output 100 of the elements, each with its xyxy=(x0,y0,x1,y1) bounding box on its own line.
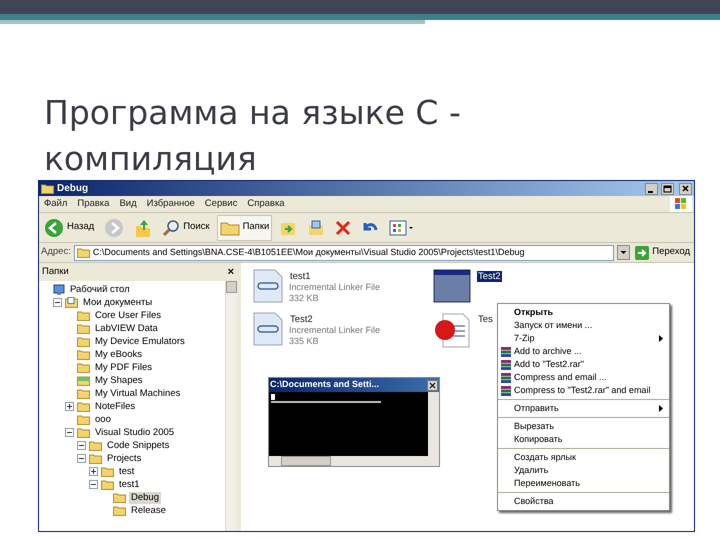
pane-title: Папки xyxy=(42,264,69,279)
tree-item[interactable]: My PDF Files xyxy=(93,362,154,374)
folder-icon xyxy=(77,349,90,360)
tree-item[interactable]: NoteFiles xyxy=(93,400,138,412)
back-button[interactable]: Назад xyxy=(41,214,98,240)
context-menu-item[interactable]: Создать ярлык xyxy=(498,451,669,464)
menu-item[interactable]: Файл xyxy=(39,196,72,212)
menu-item[interactable]: Справка xyxy=(242,196,290,212)
address-label: Адрес: xyxy=(41,245,71,260)
menu-item[interactable]: Избранное xyxy=(142,196,200,212)
search-icon xyxy=(162,218,180,236)
collapse-toggle[interactable] xyxy=(77,454,86,463)
pane-close-button[interactable]: × xyxy=(228,264,234,280)
minimize-button[interactable] xyxy=(645,182,658,194)
tree-item[interactable]: Visual Studio 2005 xyxy=(93,426,176,438)
file-type: Incremental Linker File xyxy=(289,282,380,293)
collapse-toggle[interactable] xyxy=(65,428,74,437)
tree-item[interactable]: Code Snippets xyxy=(105,440,172,452)
address-field[interactable]: C:\Documents and Settings\BNA.CSE-4\B1051EE\Мои документы\Visual Studio 2005\Projects\test1\Debug xyxy=(74,244,614,260)
context-menu-item[interactable]: Отправить xyxy=(498,402,669,415)
go-button[interactable]: Переход xyxy=(633,245,692,260)
close-button[interactable] xyxy=(679,182,692,194)
console-title: C:\Documents and Setti... xyxy=(270,378,380,392)
delete-x-icon xyxy=(335,220,352,236)
folder-up-icon xyxy=(134,218,152,238)
context-menu-item[interactable]: Удалить xyxy=(498,464,669,477)
file-name[interactable]: test1 xyxy=(289,271,312,282)
folder-icon xyxy=(113,505,126,516)
tree-item[interactable]: Release xyxy=(129,504,168,516)
context-menu-item[interactable]: Вырезать xyxy=(498,420,669,433)
desktop-icon xyxy=(53,284,65,296)
tree-item[interactable]: My Device Emulators xyxy=(93,336,187,348)
tree-item[interactable]: My Virtual Machines xyxy=(93,388,182,400)
dropdown-button[interactable] xyxy=(617,245,630,260)
context-menu-item[interactable]: Compress and email ... xyxy=(498,371,669,384)
menu-item[interactable]: Правка xyxy=(72,196,114,212)
folder-icon xyxy=(113,492,126,503)
scrollbar[interactable] xyxy=(428,392,439,456)
archive-books-icon xyxy=(501,360,511,370)
context-menu-item[interactable]: Копировать xyxy=(498,433,669,446)
tree-item[interactable]: Core User Files xyxy=(93,310,163,322)
tree-item[interactable]: My eBooks xyxy=(93,348,144,360)
scrollbar[interactable] xyxy=(269,456,439,466)
context-menu-item[interactable]: Открыть xyxy=(498,306,669,319)
context-menu-item[interactable]: 7-Zip xyxy=(498,332,669,345)
context-menu-item[interactable]: Add to archive ... xyxy=(498,345,669,358)
window-title: Debug xyxy=(57,182,88,196)
tree-item[interactable]: test xyxy=(117,466,136,478)
go-arrow-icon xyxy=(635,246,650,260)
folder-icon xyxy=(77,414,90,425)
folder-icon xyxy=(77,401,90,412)
windows-flag-icon xyxy=(670,196,692,212)
copy-to-folder-icon xyxy=(307,218,326,236)
folder-icon xyxy=(77,336,90,347)
tree-item[interactable]: test1 xyxy=(117,478,142,490)
archive-books-icon xyxy=(501,372,511,382)
folders-icon xyxy=(220,220,240,236)
debug-file-icon xyxy=(433,312,471,348)
expand-toggle[interactable] xyxy=(89,467,98,476)
context-menu-item[interactable]: Add to "Test2.rar" xyxy=(498,358,669,371)
folder-icon xyxy=(77,323,90,334)
collapse-toggle[interactable] xyxy=(89,480,98,489)
folder-icon xyxy=(77,427,90,438)
submenu-arrow-icon xyxy=(659,405,663,412)
folder-icon xyxy=(77,362,90,373)
folder-icon xyxy=(77,388,90,399)
context-menu-item[interactable]: Compress to "Test2.rar" and email xyxy=(498,384,669,397)
console-close-button[interactable] xyxy=(427,380,438,390)
folder-icon xyxy=(89,453,102,464)
linker-file-icon xyxy=(253,312,283,346)
tree-item[interactable]: Рабочий стол xyxy=(68,284,132,296)
tree-item[interactable]: Projects xyxy=(105,452,144,464)
documents-folder-icon xyxy=(65,297,78,308)
folders-button[interactable]: Папки xyxy=(216,214,272,240)
file-type: Incremental Linker File xyxy=(289,325,380,336)
folder-icon xyxy=(89,440,102,451)
menu-item[interactable]: Сервис xyxy=(200,196,242,212)
search-button[interactable]: Поиск xyxy=(159,214,213,240)
context-menu-item[interactable]: Свойства xyxy=(498,495,669,508)
folder-icon xyxy=(76,247,90,258)
folder-icon xyxy=(77,310,90,321)
collapse-toggle[interactable] xyxy=(53,298,62,307)
tree-item[interactable]: ooo xyxy=(93,414,113,426)
tree-item[interactable]: My Shapes xyxy=(93,374,145,386)
folder-icon xyxy=(101,466,114,477)
context-menu-item[interactable]: Запуск от имени ... xyxy=(498,319,669,332)
tree-item[interactable]: Debug xyxy=(129,492,161,504)
collapse-toggle[interactable] xyxy=(77,441,86,450)
scrollbar[interactable] xyxy=(225,281,237,531)
tree-item[interactable]: LabVIEW Data xyxy=(93,322,160,334)
folder-icon xyxy=(41,183,54,194)
expand-toggle[interactable] xyxy=(65,402,74,411)
menu-item[interactable]: Вид xyxy=(114,196,142,212)
slide-title: Программа на языке С - компиляция xyxy=(43,92,462,180)
file-name[interactable]: Test2 xyxy=(289,314,314,325)
context-menu-item[interactable]: Переименовать xyxy=(498,477,669,490)
file-name[interactable]: Tes xyxy=(477,314,494,325)
maximize-button[interactable] xyxy=(661,182,674,194)
tree-item[interactable]: Мои документы xyxy=(81,296,154,308)
file-name[interactable]: Test2 xyxy=(477,271,502,282)
